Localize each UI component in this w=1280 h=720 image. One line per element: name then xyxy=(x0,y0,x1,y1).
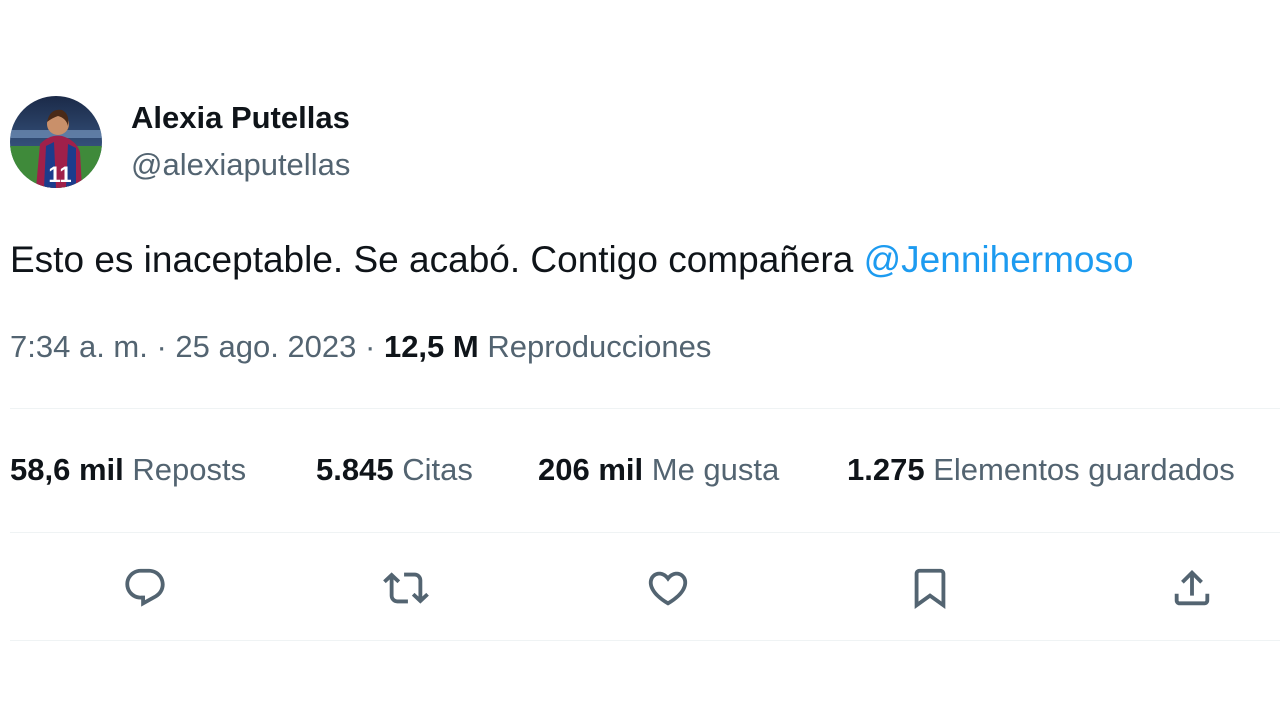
bookmarks-stat[interactable]: 1.275 Elementos guardados xyxy=(847,452,1235,488)
reposts-label: Reposts xyxy=(132,452,247,487)
avatar[interactable]: 11 xyxy=(10,96,102,188)
likes-label: Me gusta xyxy=(651,452,780,487)
tweet-body: Esto es inaceptable. Se acabó. Contigo c… xyxy=(10,239,864,280)
bookmarks-count: 1.275 xyxy=(847,452,925,487)
quotes-label: Citas xyxy=(402,452,473,487)
tweet-timestamp[interactable]: 7:34 a. m. · 25 ago. 2023 · xyxy=(10,329,384,364)
likes-count: 206 mil xyxy=(538,452,644,487)
divider xyxy=(10,640,1280,641)
author-display-name[interactable]: Alexia Putellas xyxy=(131,100,350,136)
reposts-count: 58,6 mil xyxy=(10,452,124,487)
divider xyxy=(10,532,1280,533)
svg-text:11: 11 xyxy=(48,162,71,187)
author-handle[interactable]: @alexiaputellas xyxy=(131,147,350,183)
views-label: Reproducciones xyxy=(478,329,712,364)
tweet-meta: 7:34 a. m. · 25 ago. 2023 · 12,5 M Repro… xyxy=(10,329,711,365)
likes-stat[interactable]: 206 mil Me gusta xyxy=(538,452,779,488)
bookmark-icon xyxy=(914,568,946,609)
retweet-icon xyxy=(383,572,429,604)
tweet-detail: 11 Alexia Putellas @alexiaputellas Esto … xyxy=(0,0,1280,720)
share-icon xyxy=(1174,569,1210,606)
quotes-stat[interactable]: 5.845 Citas xyxy=(316,452,473,488)
reply-button[interactable] xyxy=(121,564,169,612)
quotes-count: 5.845 xyxy=(316,452,394,487)
retweet-button[interactable] xyxy=(382,564,430,612)
mention-link[interactable]: @Jennihermoso xyxy=(864,239,1134,280)
bookmark-button[interactable] xyxy=(906,564,954,612)
divider xyxy=(10,408,1280,409)
like-icon xyxy=(648,571,688,606)
like-button[interactable] xyxy=(644,564,692,612)
tweet-text: Esto es inaceptable. Se acabó. Contigo c… xyxy=(10,239,1134,281)
reply-icon xyxy=(125,568,165,607)
avatar-photo-icon: 11 xyxy=(10,96,102,188)
reposts-stat[interactable]: 58,6 mil Reposts xyxy=(10,452,246,488)
share-button[interactable] xyxy=(1168,564,1216,612)
bookmarks-label: Elementos guardados xyxy=(933,452,1235,487)
views-count: 12,5 M xyxy=(383,329,479,364)
